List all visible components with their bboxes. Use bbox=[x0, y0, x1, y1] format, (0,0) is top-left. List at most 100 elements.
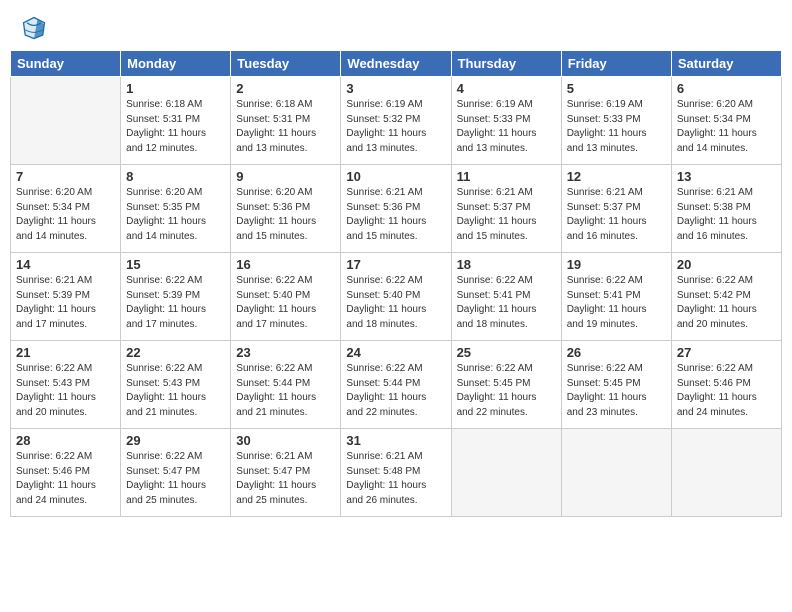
day-info: Sunrise: 6:20 AMSunset: 5:34 PMDaylight:… bbox=[16, 186, 115, 244]
day-cell: 6 Sunrise: 6:20 AMSunset: 5:34 PMDaylight… bbox=[671, 77, 781, 165]
day-cell: 23 Sunrise: 6:22 AMSunset: 5:44 PMDayligh… bbox=[231, 341, 341, 429]
day-info: Sunrise: 6:21 AMSunset: 5:47 PMDaylight:… bbox=[236, 450, 335, 508]
day-cell: 19Sunrise: 6:22 AMSunset: 5:41 PMDayligh… bbox=[561, 253, 671, 341]
day-cell bbox=[671, 429, 781, 517]
day-number: 19 bbox=[567, 257, 666, 272]
day-info: Sunrise: 6:22 AMSunset: 5:43 PMDaylight:… bbox=[126, 362, 225, 420]
day-number: 14 bbox=[16, 257, 115, 272]
calendar-table: SundayMondayTuesdayWednesdayThursdayFrid… bbox=[10, 50, 782, 517]
day-info: Sunrise: 6:20 AMSunset: 5:34 PMDaylight:… bbox=[677, 98, 776, 156]
day-cell: 14 Sunrise: 6:21 AMSunset: 5:39 PMDayligh… bbox=[11, 253, 121, 341]
day-cell: 3Sunrise: 6:19 AMSunset: 5:32 PMDaylight… bbox=[341, 77, 451, 165]
day-number: 25 bbox=[457, 345, 556, 360]
day-cell bbox=[561, 429, 671, 517]
day-cell: 11 Sunrise: 6:21 AMSunset: 5:37 PMDayligh… bbox=[451, 165, 561, 253]
day-number: 18 bbox=[457, 257, 556, 272]
day-info: Sunrise: 6:22 AMSunset: 5:40 PMDaylight:… bbox=[346, 274, 445, 332]
week-row-3: 14 Sunrise: 6:21 AMSunset: 5:39 PMDayligh… bbox=[11, 253, 782, 341]
day-info: Sunrise: 6:21 AMSunset: 5:37 PMDaylight:… bbox=[567, 186, 666, 244]
logo-icon bbox=[20, 14, 48, 42]
days-header-row: SundayMondayTuesdayWednesdayThursdayFrid… bbox=[11, 51, 782, 77]
day-number: 29 bbox=[126, 433, 225, 448]
day-cell: 10Sunrise: 6:21 AMSunset: 5:36 PMDayligh… bbox=[341, 165, 451, 253]
col-header-saturday: Saturday bbox=[671, 51, 781, 77]
week-row-2: 7 Sunrise: 6:20 AMSunset: 5:34 PMDaylight… bbox=[11, 165, 782, 253]
day-number: 7 bbox=[16, 169, 115, 184]
day-cell: 13 Sunrise: 6:21 AMSunset: 5:38 PMDayligh… bbox=[671, 165, 781, 253]
day-cell: 2 Sunrise: 6:18 AMSunset: 5:31 PMDaylight… bbox=[231, 77, 341, 165]
day-cell: 31 Sunrise: 6:21 AMSunset: 5:48 PMDayligh… bbox=[341, 429, 451, 517]
day-info: Sunrise: 6:19 AMSunset: 5:32 PMDaylight:… bbox=[346, 98, 445, 156]
day-info: Sunrise: 6:22 AMSunset: 5:44 PMDaylight:… bbox=[346, 362, 445, 420]
day-number: 27 bbox=[677, 345, 776, 360]
col-header-tuesday: Tuesday bbox=[231, 51, 341, 77]
page: SundayMondayTuesdayWednesdayThursdayFrid… bbox=[0, 0, 792, 612]
day-number: 22 bbox=[126, 345, 225, 360]
day-number: 30 bbox=[236, 433, 335, 448]
day-info: Sunrise: 6:22 AMSunset: 5:46 PMDaylight:… bbox=[16, 450, 115, 508]
logo bbox=[20, 14, 50, 42]
day-info: Sunrise: 6:22 AMSunset: 5:45 PMDaylight:… bbox=[457, 362, 556, 420]
day-info: Sunrise: 6:18 AMSunset: 5:31 PMDaylight:… bbox=[236, 98, 335, 156]
day-number: 16 bbox=[236, 257, 335, 272]
day-cell: 5 Sunrise: 6:19 AMSunset: 5:33 PMDaylight… bbox=[561, 77, 671, 165]
day-cell: 16 Sunrise: 6:22 AMSunset: 5:40 PMDayligh… bbox=[231, 253, 341, 341]
day-number: 5 bbox=[567, 81, 666, 96]
col-header-friday: Friday bbox=[561, 51, 671, 77]
day-cell: 18 Sunrise: 6:22 AMSunset: 5:41 PMDayligh… bbox=[451, 253, 561, 341]
day-info: Sunrise: 6:22 AMSunset: 5:46 PMDaylight:… bbox=[677, 362, 776, 420]
week-row-5: 28 Sunrise: 6:22 AMSunset: 5:46 PMDayligh… bbox=[11, 429, 782, 517]
day-info: Sunrise: 6:21 AMSunset: 5:38 PMDaylight:… bbox=[677, 186, 776, 244]
day-info: Sunrise: 6:21 AMSunset: 5:39 PMDaylight:… bbox=[16, 274, 115, 332]
day-number: 13 bbox=[677, 169, 776, 184]
day-cell: 4 Sunrise: 6:19 AMSunset: 5:33 PMDaylight… bbox=[451, 77, 561, 165]
day-number: 31 bbox=[346, 433, 445, 448]
day-cell: 27 Sunrise: 6:22 AMSunset: 5:46 PMDayligh… bbox=[671, 341, 781, 429]
day-number: 15 bbox=[126, 257, 225, 272]
day-number: 17 bbox=[346, 257, 445, 272]
day-info: Sunrise: 6:22 AMSunset: 5:44 PMDaylight:… bbox=[236, 362, 335, 420]
col-header-thursday: Thursday bbox=[451, 51, 561, 77]
day-number: 12 bbox=[567, 169, 666, 184]
day-cell: 29 Sunrise: 6:22 AMSunset: 5:47 PMDayligh… bbox=[121, 429, 231, 517]
calendar-wrapper: SundayMondayTuesdayWednesdayThursdayFrid… bbox=[0, 50, 792, 527]
day-info: Sunrise: 6:21 AMSunset: 5:48 PMDaylight:… bbox=[346, 450, 445, 508]
day-number: 28 bbox=[16, 433, 115, 448]
calendar-header: SundayMondayTuesdayWednesdayThursdayFrid… bbox=[11, 51, 782, 77]
day-cell bbox=[11, 77, 121, 165]
day-info: Sunrise: 6:21 AMSunset: 5:37 PMDaylight:… bbox=[457, 186, 556, 244]
day-number: 23 bbox=[236, 345, 335, 360]
day-info: Sunrise: 6:22 AMSunset: 5:47 PMDaylight:… bbox=[126, 450, 225, 508]
day-number: 24 bbox=[346, 345, 445, 360]
week-row-4: 21Sunrise: 6:22 AMSunset: 5:43 PMDayligh… bbox=[11, 341, 782, 429]
day-number: 6 bbox=[677, 81, 776, 96]
day-cell: 20Sunrise: 6:22 AMSunset: 5:42 PMDayligh… bbox=[671, 253, 781, 341]
day-cell: 17 Sunrise: 6:22 AMSunset: 5:40 PMDayligh… bbox=[341, 253, 451, 341]
week-row-1: 1 Sunrise: 6:18 AMSunset: 5:31 PMDaylight… bbox=[11, 77, 782, 165]
day-cell: 26 Sunrise: 6:22 AMSunset: 5:45 PMDayligh… bbox=[561, 341, 671, 429]
day-info: Sunrise: 6:22 AMSunset: 5:41 PMDaylight:… bbox=[457, 274, 556, 332]
day-number: 9 bbox=[236, 169, 335, 184]
day-number: 1 bbox=[126, 81, 225, 96]
day-number: 10 bbox=[346, 169, 445, 184]
day-number: 2 bbox=[236, 81, 335, 96]
day-cell: 30 Sunrise: 6:21 AMSunset: 5:47 PMDayligh… bbox=[231, 429, 341, 517]
day-number: 11 bbox=[457, 169, 556, 184]
day-cell: 21Sunrise: 6:22 AMSunset: 5:43 PMDayligh… bbox=[11, 341, 121, 429]
day-info: Sunrise: 6:18 AMSunset: 5:31 PMDaylight:… bbox=[126, 98, 225, 156]
day-number: 8 bbox=[126, 169, 225, 184]
col-header-sunday: Sunday bbox=[11, 51, 121, 77]
day-cell: 28 Sunrise: 6:22 AMSunset: 5:46 PMDayligh… bbox=[11, 429, 121, 517]
day-cell: 15 Sunrise: 6:22 AMSunset: 5:39 PMDayligh… bbox=[121, 253, 231, 341]
day-number: 20 bbox=[677, 257, 776, 272]
day-number: 4 bbox=[457, 81, 556, 96]
header bbox=[0, 0, 792, 50]
day-info: Sunrise: 6:22 AMSunset: 5:39 PMDaylight:… bbox=[126, 274, 225, 332]
day-cell: 9Sunrise: 6:20 AMSunset: 5:36 PMDaylight… bbox=[231, 165, 341, 253]
day-number: 26 bbox=[567, 345, 666, 360]
day-info: Sunrise: 6:19 AMSunset: 5:33 PMDaylight:… bbox=[567, 98, 666, 156]
day-info: Sunrise: 6:22 AMSunset: 5:40 PMDaylight:… bbox=[236, 274, 335, 332]
calendar-body: 1 Sunrise: 6:18 AMSunset: 5:31 PMDaylight… bbox=[11, 77, 782, 517]
day-info: Sunrise: 6:19 AMSunset: 5:33 PMDaylight:… bbox=[457, 98, 556, 156]
day-info: Sunrise: 6:22 AMSunset: 5:45 PMDaylight:… bbox=[567, 362, 666, 420]
